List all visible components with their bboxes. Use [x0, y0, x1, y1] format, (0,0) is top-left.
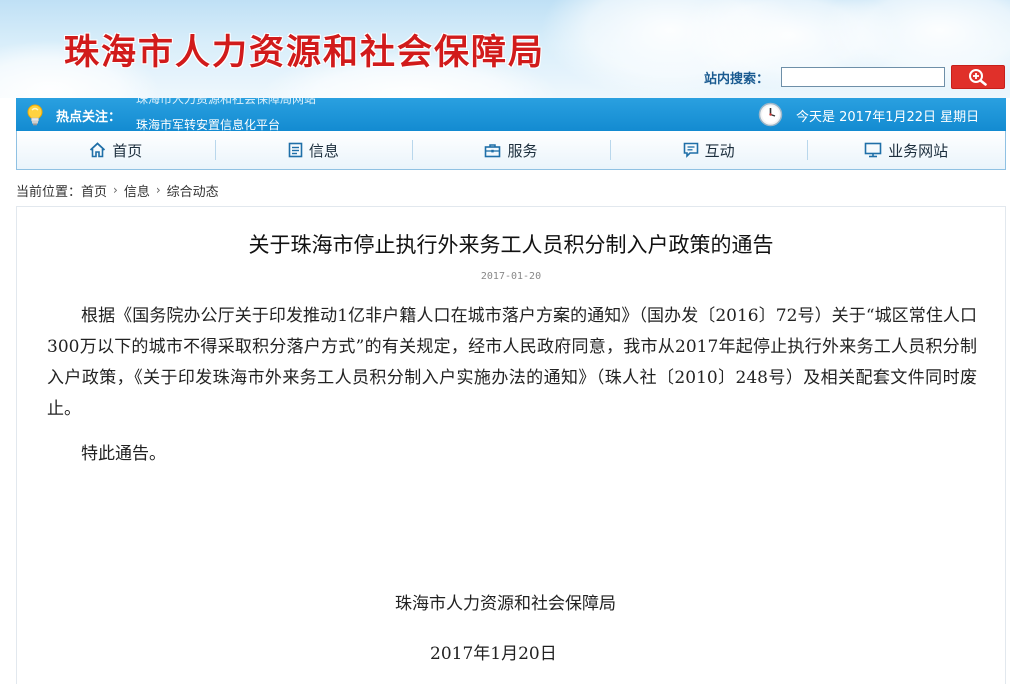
- nav-item-info[interactable]: 信息: [214, 131, 413, 169]
- nav-item-business-sites[interactable]: 业务网站: [807, 131, 1005, 169]
- nav-item-label: 服务: [507, 141, 538, 160]
- breadcrumb-link[interactable]: 信息: [124, 181, 150, 200]
- breadcrumb-prefix: 当前位置：: [16, 184, 82, 200]
- nav-item-service[interactable]: 服务: [412, 131, 610, 169]
- article-paragraph: 根据《国务院办公厅关于印发推动1亿非户籍人口在城市落户方案的通知》（国办发〔20…: [47, 306, 977, 419]
- monitor-icon: [864, 142, 882, 158]
- article-body: 根据《国务院办公厅关于印发推动1亿非户籍人口在城市落户方案的通知》（国办发〔20…: [47, 301, 977, 470]
- nav-item-home[interactable]: 首页: [17, 131, 215, 169]
- search-button[interactable]: [951, 65, 1005, 89]
- nav-item-label: 业务网站: [888, 141, 949, 160]
- lightbulb-icon: [27, 104, 43, 126]
- breadcrumb-separator: ›: [155, 183, 161, 197]
- magnifier-plus-icon: [969, 69, 987, 86]
- current-date: 今天是 2017年1月22日 星期日: [796, 110, 980, 125]
- breadcrumb-separator: ›: [113, 183, 118, 197]
- hot-news-link[interactable]: 珠海市人力资源和社会保障局网站: [136, 98, 316, 107]
- article-paragraph: 特此通告。: [81, 444, 166, 464]
- home-icon: [90, 142, 106, 158]
- nav-item-label: 首页: [112, 141, 143, 160]
- hot-topics-label: 热点关注：: [56, 110, 122, 125]
- clock-icon: [758, 102, 783, 127]
- breadcrumb: 当前位置： 首页 › 信息 › 综合动态: [16, 180, 219, 200]
- site-title: 珠海市人力资源和社会保障局: [64, 33, 546, 73]
- chat-icon: [683, 142, 698, 158]
- briefcase-icon: [485, 143, 501, 157]
- search-input[interactable]: [781, 67, 945, 87]
- article-panel: 关于珠海市停止执行外来务工人员积分制入户政策的通告 2017-01-20 根据《…: [16, 206, 1006, 684]
- signature-organization: 珠海市人力资源和社会保障局: [395, 594, 616, 614]
- article-title: 关于珠海市停止执行外来务工人员积分制入户政策的通告: [248, 233, 774, 257]
- main-nav: 首页 信息 服务 互动 业务网站: [16, 131, 1006, 170]
- article-date: 2017-01-20: [480, 271, 542, 282]
- breadcrumb-link[interactable]: 综合动态: [167, 181, 219, 200]
- signature-date: 2017年1月20日: [430, 644, 557, 664]
- nav-item-label: 信息: [308, 141, 339, 160]
- hot-news-ticker: 珠海市人力资源和社会保障局网站 珠海市军转安置信息化平台: [136, 98, 456, 131]
- site-banner: 珠海市人力资源和社会保障局 站内搜索：: [0, 0, 1010, 98]
- nav-item-interact[interactable]: 互动: [609, 131, 808, 169]
- breadcrumb-link[interactable]: 首页: [81, 181, 107, 200]
- nav-item-label: 互动: [704, 141, 735, 160]
- document-icon: [288, 142, 303, 158]
- hot-news-link[interactable]: 珠海市军转安置信息化平台: [136, 116, 280, 131]
- hot-topics-bar: 热点关注： 珠海市人力资源和社会保障局网站 珠海市军转安置信息化平台 今天是 2…: [16, 98, 1006, 131]
- search-label: 站内搜索：: [704, 72, 770, 87]
